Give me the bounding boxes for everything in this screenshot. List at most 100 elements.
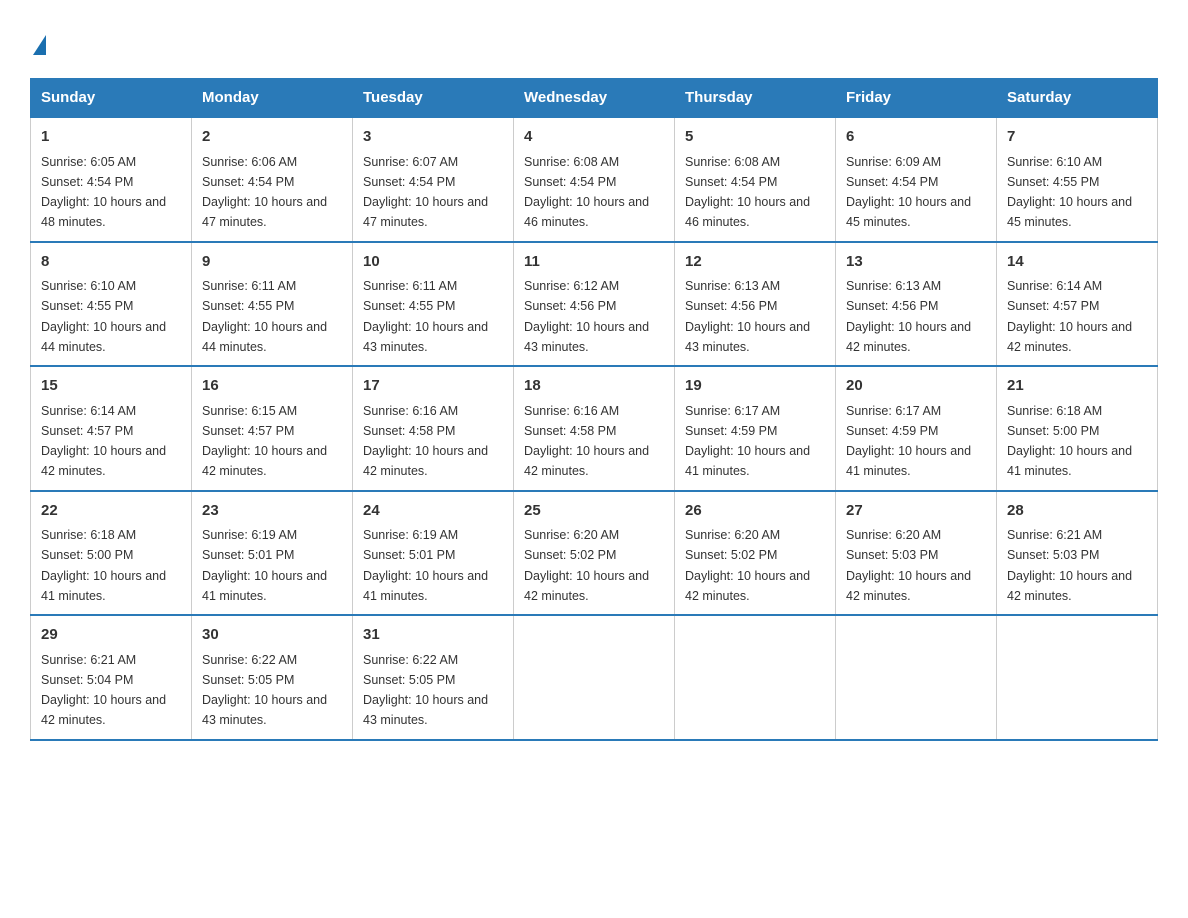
calendar-cell: 21Sunrise: 6:18 AMSunset: 5:00 PMDayligh… [997, 366, 1158, 491]
calendar-table: SundayMondayTuesdayWednesdayThursdayFrid… [30, 78, 1158, 741]
col-header-saturday: Saturday [997, 79, 1158, 118]
calendar-cell: 17 Sunrise: 6:16 AMSunset: 4:58 PMDayligh… [353, 366, 514, 491]
calendar-cell: 9 Sunrise: 6:11 AMSunset: 4:55 PMDaylight… [192, 242, 353, 367]
day-number: 14 [1007, 251, 1147, 274]
day-number: 6 [846, 126, 986, 149]
calendar-cell: 3 Sunrise: 6:07 AMSunset: 4:54 PMDaylight… [353, 117, 514, 242]
calendar-cell: 11 Sunrise: 6:12 AMSunset: 4:56 PMDayligh… [514, 242, 675, 367]
day-info: Sunrise: 6:13 AMSunset: 4:56 PMDaylight:… [846, 279, 971, 354]
calendar-cell: 8 Sunrise: 6:10 AMSunset: 4:55 PMDaylight… [31, 242, 192, 367]
day-info: Sunrise: 6:05 AMSunset: 4:54 PMDaylight:… [41, 155, 166, 230]
week-row-5: 29 Sunrise: 6:21 AMSunset: 5:04 PMDayligh… [31, 615, 1158, 740]
calendar-cell: 6Sunrise: 6:09 AMSunset: 4:54 PMDaylight… [836, 117, 997, 242]
day-number: 3 [363, 126, 503, 149]
day-number: 8 [41, 251, 181, 274]
calendar-cell [836, 615, 997, 740]
day-number: 2 [202, 126, 342, 149]
day-number: 1 [41, 126, 181, 149]
day-number: 22 [41, 500, 181, 523]
day-info: Sunrise: 6:17 AMSunset: 4:59 PMDaylight:… [685, 404, 810, 479]
logo-triangle-icon [33, 35, 46, 55]
calendar-cell: 31 Sunrise: 6:22 AMSunset: 5:05 PMDayligh… [353, 615, 514, 740]
day-info: Sunrise: 6:14 AMSunset: 4:57 PMDaylight:… [1007, 279, 1132, 354]
day-info: Sunrise: 6:07 AMSunset: 4:54 PMDaylight:… [363, 155, 488, 230]
calendar-cell: 10 Sunrise: 6:11 AMSunset: 4:55 PMDayligh… [353, 242, 514, 367]
day-number: 13 [846, 251, 986, 274]
col-header-friday: Friday [836, 79, 997, 118]
day-number: 26 [685, 500, 825, 523]
day-info: Sunrise: 6:22 AMSunset: 5:05 PMDaylight:… [202, 653, 327, 728]
day-number: 25 [524, 500, 664, 523]
day-number: 11 [524, 251, 664, 274]
day-info: Sunrise: 6:14 AMSunset: 4:57 PMDaylight:… [41, 404, 166, 479]
calendar-cell: 15 Sunrise: 6:14 AMSunset: 4:57 PMDayligh… [31, 366, 192, 491]
day-info: Sunrise: 6:08 AMSunset: 4:54 PMDaylight:… [524, 155, 649, 230]
day-number: 10 [363, 251, 503, 274]
day-info: Sunrise: 6:06 AMSunset: 4:54 PMDaylight:… [202, 155, 327, 230]
day-info: Sunrise: 6:20 AMSunset: 5:03 PMDaylight:… [846, 528, 971, 603]
calendar-cell: 19 Sunrise: 6:17 AMSunset: 4:59 PMDayligh… [675, 366, 836, 491]
day-number: 29 [41, 624, 181, 647]
day-info: Sunrise: 6:19 AMSunset: 5:01 PMDaylight:… [202, 528, 327, 603]
day-info: Sunrise: 6:08 AMSunset: 4:54 PMDaylight:… [685, 155, 810, 230]
day-info: Sunrise: 6:20 AMSunset: 5:02 PMDaylight:… [685, 528, 810, 603]
calendar-cell: 16Sunrise: 6:15 AMSunset: 4:57 PMDayligh… [192, 366, 353, 491]
col-header-tuesday: Tuesday [353, 79, 514, 118]
day-info: Sunrise: 6:12 AMSunset: 4:56 PMDaylight:… [524, 279, 649, 354]
day-number: 12 [685, 251, 825, 274]
calendar-cell [675, 615, 836, 740]
calendar-cell [514, 615, 675, 740]
day-info: Sunrise: 6:18 AMSunset: 5:00 PMDaylight:… [1007, 404, 1132, 479]
week-row-2: 8 Sunrise: 6:10 AMSunset: 4:55 PMDaylight… [31, 242, 1158, 367]
calendar-cell: 4 Sunrise: 6:08 AMSunset: 4:54 PMDaylight… [514, 117, 675, 242]
day-info: Sunrise: 6:13 AMSunset: 4:56 PMDaylight:… [685, 279, 810, 354]
day-number: 18 [524, 375, 664, 398]
calendar-cell: 22 Sunrise: 6:18 AMSunset: 5:00 PMDayligh… [31, 491, 192, 616]
day-number: 23 [202, 500, 342, 523]
calendar-cell: 7 Sunrise: 6:10 AMSunset: 4:55 PMDaylight… [997, 117, 1158, 242]
calendar-cell: 12 Sunrise: 6:13 AMSunset: 4:56 PMDayligh… [675, 242, 836, 367]
day-info: Sunrise: 6:17 AMSunset: 4:59 PMDaylight:… [846, 404, 971, 479]
calendar-cell: 23 Sunrise: 6:19 AMSunset: 5:01 PMDayligh… [192, 491, 353, 616]
day-info: Sunrise: 6:11 AMSunset: 4:55 PMDaylight:… [363, 279, 488, 354]
day-number: 28 [1007, 500, 1147, 523]
day-info: Sunrise: 6:21 AMSunset: 5:04 PMDaylight:… [41, 653, 166, 728]
day-info: Sunrise: 6:21 AMSunset: 5:03 PMDaylight:… [1007, 528, 1132, 603]
day-info: Sunrise: 6:22 AMSunset: 5:05 PMDaylight:… [363, 653, 488, 728]
week-row-4: 22 Sunrise: 6:18 AMSunset: 5:00 PMDayligh… [31, 491, 1158, 616]
day-info: Sunrise: 6:19 AMSunset: 5:01 PMDaylight:… [363, 528, 488, 603]
day-info: Sunrise: 6:15 AMSunset: 4:57 PMDaylight:… [202, 404, 327, 479]
day-info: Sunrise: 6:18 AMSunset: 5:00 PMDaylight:… [41, 528, 166, 603]
week-row-1: 1 Sunrise: 6:05 AMSunset: 4:54 PMDaylight… [31, 117, 1158, 242]
calendar-cell: 5Sunrise: 6:08 AMSunset: 4:54 PMDaylight… [675, 117, 836, 242]
day-number: 15 [41, 375, 181, 398]
day-info: Sunrise: 6:10 AMSunset: 4:55 PMDaylight:… [41, 279, 166, 354]
day-info: Sunrise: 6:10 AMSunset: 4:55 PMDaylight:… [1007, 155, 1132, 230]
calendar-cell: 29 Sunrise: 6:21 AMSunset: 5:04 PMDayligh… [31, 615, 192, 740]
day-number: 4 [524, 126, 664, 149]
calendar-cell: 1 Sunrise: 6:05 AMSunset: 4:54 PMDaylight… [31, 117, 192, 242]
calendar-cell: 27 Sunrise: 6:20 AMSunset: 5:03 PMDayligh… [836, 491, 997, 616]
day-number: 17 [363, 375, 503, 398]
calendar-cell [997, 615, 1158, 740]
calendar-cell: 18Sunrise: 6:16 AMSunset: 4:58 PMDayligh… [514, 366, 675, 491]
day-info: Sunrise: 6:20 AMSunset: 5:02 PMDaylight:… [524, 528, 649, 603]
calendar-cell: 26 Sunrise: 6:20 AMSunset: 5:02 PMDayligh… [675, 491, 836, 616]
calendar-cell: 24 Sunrise: 6:19 AMSunset: 5:01 PMDayligh… [353, 491, 514, 616]
day-number: 27 [846, 500, 986, 523]
day-number: 24 [363, 500, 503, 523]
day-number: 20 [846, 375, 986, 398]
day-number: 19 [685, 375, 825, 398]
week-row-3: 15 Sunrise: 6:14 AMSunset: 4:57 PMDayligh… [31, 366, 1158, 491]
page-header [30, 30, 1158, 58]
logo [30, 30, 46, 58]
calendar-cell: 13 Sunrise: 6:13 AMSunset: 4:56 PMDayligh… [836, 242, 997, 367]
calendar-cell: 14 Sunrise: 6:14 AMSunset: 4:57 PMDayligh… [997, 242, 1158, 367]
day-number: 9 [202, 251, 342, 274]
day-number: 7 [1007, 126, 1147, 149]
day-info: Sunrise: 6:11 AMSunset: 4:55 PMDaylight:… [202, 279, 327, 354]
day-number: 31 [363, 624, 503, 647]
calendar-cell: 30Sunrise: 6:22 AMSunset: 5:05 PMDayligh… [192, 615, 353, 740]
day-info: Sunrise: 6:16 AMSunset: 4:58 PMDaylight:… [363, 404, 488, 479]
col-header-thursday: Thursday [675, 79, 836, 118]
